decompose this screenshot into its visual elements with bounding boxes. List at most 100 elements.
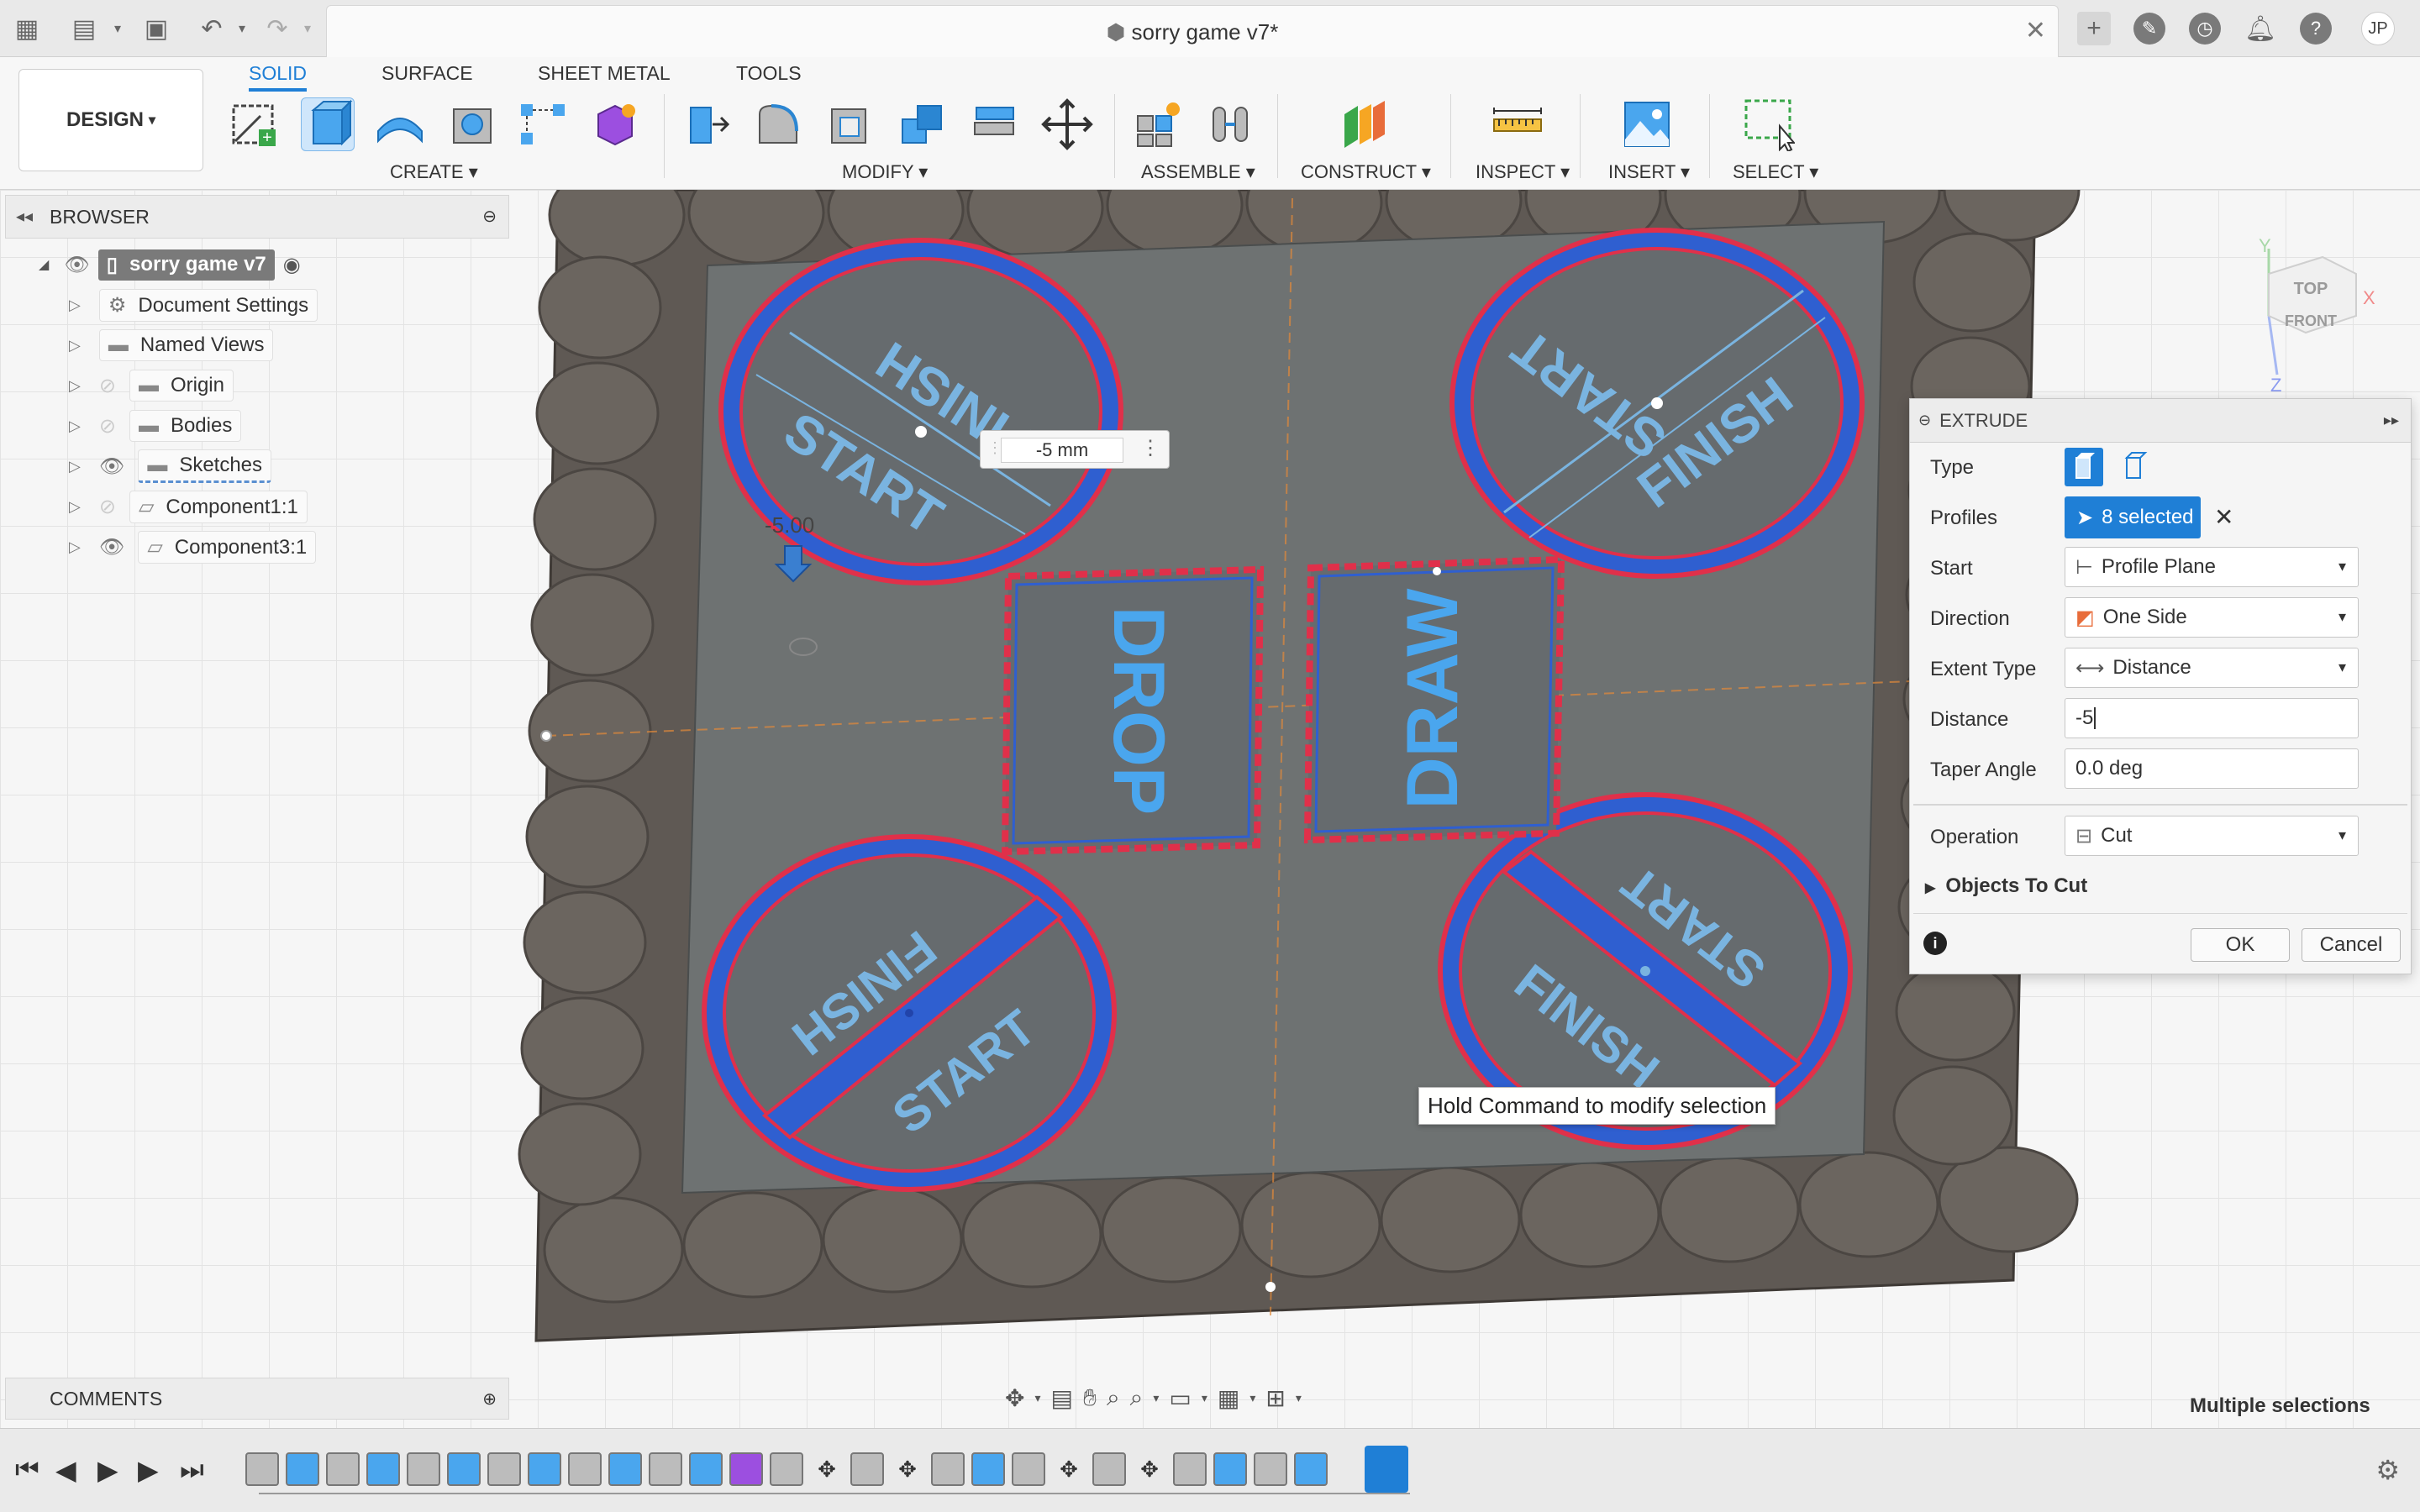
browser-pin-icon[interactable]: ⊖ [482, 206, 497, 227]
select-menu[interactable]: SELECT ▾ [1733, 161, 1818, 183]
visibility-eye-icon[interactable]: 👁︎ [99, 535, 124, 559]
go-to-start-icon[interactable]: ⏮ [15, 1454, 39, 1486]
measure-icon[interactable] [1491, 97, 1544, 151]
distance-dimension-input[interactable]: ⋮ -5 mm ⋮ [980, 430, 1170, 469]
timeline-feature-icon[interactable] [245, 1452, 279, 1486]
browser-item-document-settings[interactable]: ▷ ⚙ Document Settings [69, 286, 318, 324]
look-at-icon[interactable]: ▤ [1051, 1384, 1073, 1412]
timeline-feature-icon[interactable] [366, 1452, 400, 1486]
timeline-feature-icon[interactable] [971, 1452, 1005, 1486]
timeline-feature-icon[interactable] [931, 1452, 965, 1486]
extrude-dialog-header[interactable]: ⊖ EXTRUDE ▸▸ [1910, 399, 2411, 443]
tab-surface[interactable]: SURFACE [381, 62, 473, 85]
user-avatar[interactable]: JP [2361, 12, 2395, 45]
new-component-icon[interactable] [1131, 97, 1185, 151]
fillet-icon[interactable] [751, 97, 805, 151]
timeline-feature-icon[interactable] [770, 1452, 803, 1486]
comments-panel[interactable]: COMMENTS ⊕ [5, 1378, 509, 1420]
workspace-switcher[interactable]: DESIGN ▾ [18, 69, 203, 171]
hidden-eye-icon[interactable]: ⊘ [99, 414, 116, 438]
visibility-eye-icon[interactable]: 👁︎ [99, 454, 124, 479]
replace-face-icon[interactable] [968, 97, 1022, 151]
apps-grid-icon[interactable]: ▦ [10, 12, 44, 45]
create-form-icon[interactable] [588, 97, 642, 151]
file-icon[interactable]: ▤ [67, 12, 101, 45]
job-status-icon[interactable]: ◷ [2188, 12, 2222, 45]
joint-icon[interactable] [1203, 97, 1257, 151]
timeline-feature-icon[interactable] [528, 1452, 561, 1486]
direction-select[interactable]: ◩ One Side ▾ [2065, 597, 2359, 638]
timeline-feature-icon[interactable] [689, 1452, 723, 1486]
select-icon[interactable] [1741, 97, 1797, 153]
timeline-settings-gear-icon[interactable]: ⚙ [2375, 1454, 2400, 1486]
expand-arrow-icon[interactable]: ▷ [69, 297, 81, 314]
timeline-feature-icon[interactable] [1173, 1452, 1207, 1486]
timeline-feature-icon[interactable] [407, 1452, 440, 1486]
timeline-feature-icon[interactable]: ✥ [1052, 1452, 1086, 1486]
new-tab-icon[interactable]: + [2077, 12, 2111, 45]
tab-solid[interactable]: SOLID [249, 62, 308, 92]
hole-tool-icon[interactable] [445, 97, 499, 151]
file-dropdown-icon[interactable]: ▾ [101, 12, 134, 45]
operation-select[interactable]: ⊟ Cut ▾ [2065, 816, 2359, 856]
collapse-left-icon[interactable]: ◂◂ [16, 206, 33, 227]
hidden-eye-icon[interactable]: ⊘ [99, 495, 116, 519]
browser-item-component3[interactable]: ▷ 👁︎ ▱ Component3:1 [69, 528, 317, 566]
timeline-current-extrude[interactable] [1365, 1446, 1408, 1493]
insert-image-icon[interactable] [1620, 97, 1674, 151]
expand-arrow-icon[interactable]: ▷ [69, 498, 81, 516]
close-tab-icon[interactable]: ✕ [2025, 16, 2046, 45]
undo-icon[interactable]: ↶ [195, 12, 229, 45]
undo-dropdown-icon[interactable]: ▾ [225, 12, 259, 45]
expand-dialog-icon[interactable]: ▸▸ [2384, 412, 2399, 429]
revolve-tool-icon[interactable] [373, 97, 427, 151]
timeline-feature-icon[interactable] [286, 1452, 319, 1486]
extensions-icon[interactable]: ✎ [2133, 12, 2166, 45]
step-back-icon[interactable]: ◀ [55, 1454, 76, 1486]
modify-menu[interactable]: MODIFY ▾ [842, 161, 928, 183]
clear-selection-icon[interactable]: ✕ [2214, 503, 2233, 531]
move-copy-icon[interactable] [1040, 97, 1094, 151]
collapse-arrow-icon[interactable]: ◢ [39, 256, 49, 273]
timeline-feature-icon[interactable] [487, 1452, 521, 1486]
redo-dropdown-icon[interactable]: ▾ [291, 12, 324, 45]
tab-tools[interactable]: TOOLS [736, 62, 802, 85]
browser-item-named-views[interactable]: ▷ ▬ Named Views [69, 326, 274, 365]
timeline-feature-icon[interactable] [1213, 1452, 1247, 1486]
hidden-eye-icon[interactable]: ⊘ [99, 374, 116, 398]
timeline-feature-icon[interactable] [729, 1452, 763, 1486]
assemble-menu[interactable]: ASSEMBLE ▾ [1141, 161, 1255, 183]
extent-type-select[interactable]: ⟷ Distance ▾ [2065, 648, 2359, 688]
shell-icon[interactable] [823, 97, 877, 151]
timeline-feature-icon[interactable] [326, 1452, 360, 1486]
notifications-icon[interactable]: 🔔︎ [2244, 12, 2277, 45]
timeline-feature-icon[interactable] [447, 1452, 481, 1486]
press-pull-icon[interactable] [679, 97, 733, 151]
add-comment-icon[interactable]: ⊕ [482, 1389, 497, 1410]
play-icon[interactable]: ▶ [97, 1454, 118, 1486]
document-tab[interactable]: ⬢ sorry game v7* ✕ [326, 5, 2059, 57]
expand-arrow-icon[interactable]: ▷ [69, 538, 81, 556]
activate-radio-icon[interactable]: ◉ [283, 253, 301, 277]
timeline-feature-icon[interactable] [1092, 1452, 1126, 1486]
expand-arrow-icon[interactable]: ▶ [1925, 881, 1935, 895]
ok-button[interactable]: OK [2191, 928, 2290, 962]
timeline-feature-icon[interactable] [649, 1452, 682, 1486]
pan-icon[interactable]: ✋︎ [1083, 1384, 1097, 1412]
timeline-feature-icon[interactable] [568, 1452, 602, 1486]
timeline-feature-icon[interactable] [1254, 1452, 1287, 1486]
timeline-track[interactable] [259, 1493, 1410, 1494]
type-solid-button[interactable] [2065, 448, 2103, 486]
tab-sheet-metal[interactable]: SHEET METAL [538, 62, 671, 85]
timeline-feature-icon[interactable] [1294, 1452, 1328, 1486]
dimension-value[interactable]: -5 mm [1001, 438, 1123, 463]
grid-settings-icon[interactable]: ▦ [1218, 1384, 1239, 1412]
browser-root[interactable]: ◢ 👁︎ ▯ sorry game v7 ◉ [39, 245, 301, 284]
timeline-feature-icon[interactable]: ✥ [891, 1452, 924, 1486]
fit-icon[interactable]: ⌕ [1130, 1384, 1144, 1412]
objects-to-cut-section[interactable]: ▶ Objects To Cut [1925, 874, 2087, 898]
visibility-eye-icon[interactable]: 👁︎ [64, 253, 89, 277]
extrude-tool-icon[interactable] [301, 97, 355, 151]
browser-item-component1[interactable]: ▷ ⊘ ▱ Component1:1 [69, 487, 308, 526]
more-options-icon[interactable]: ⋮ [1140, 436, 1160, 460]
